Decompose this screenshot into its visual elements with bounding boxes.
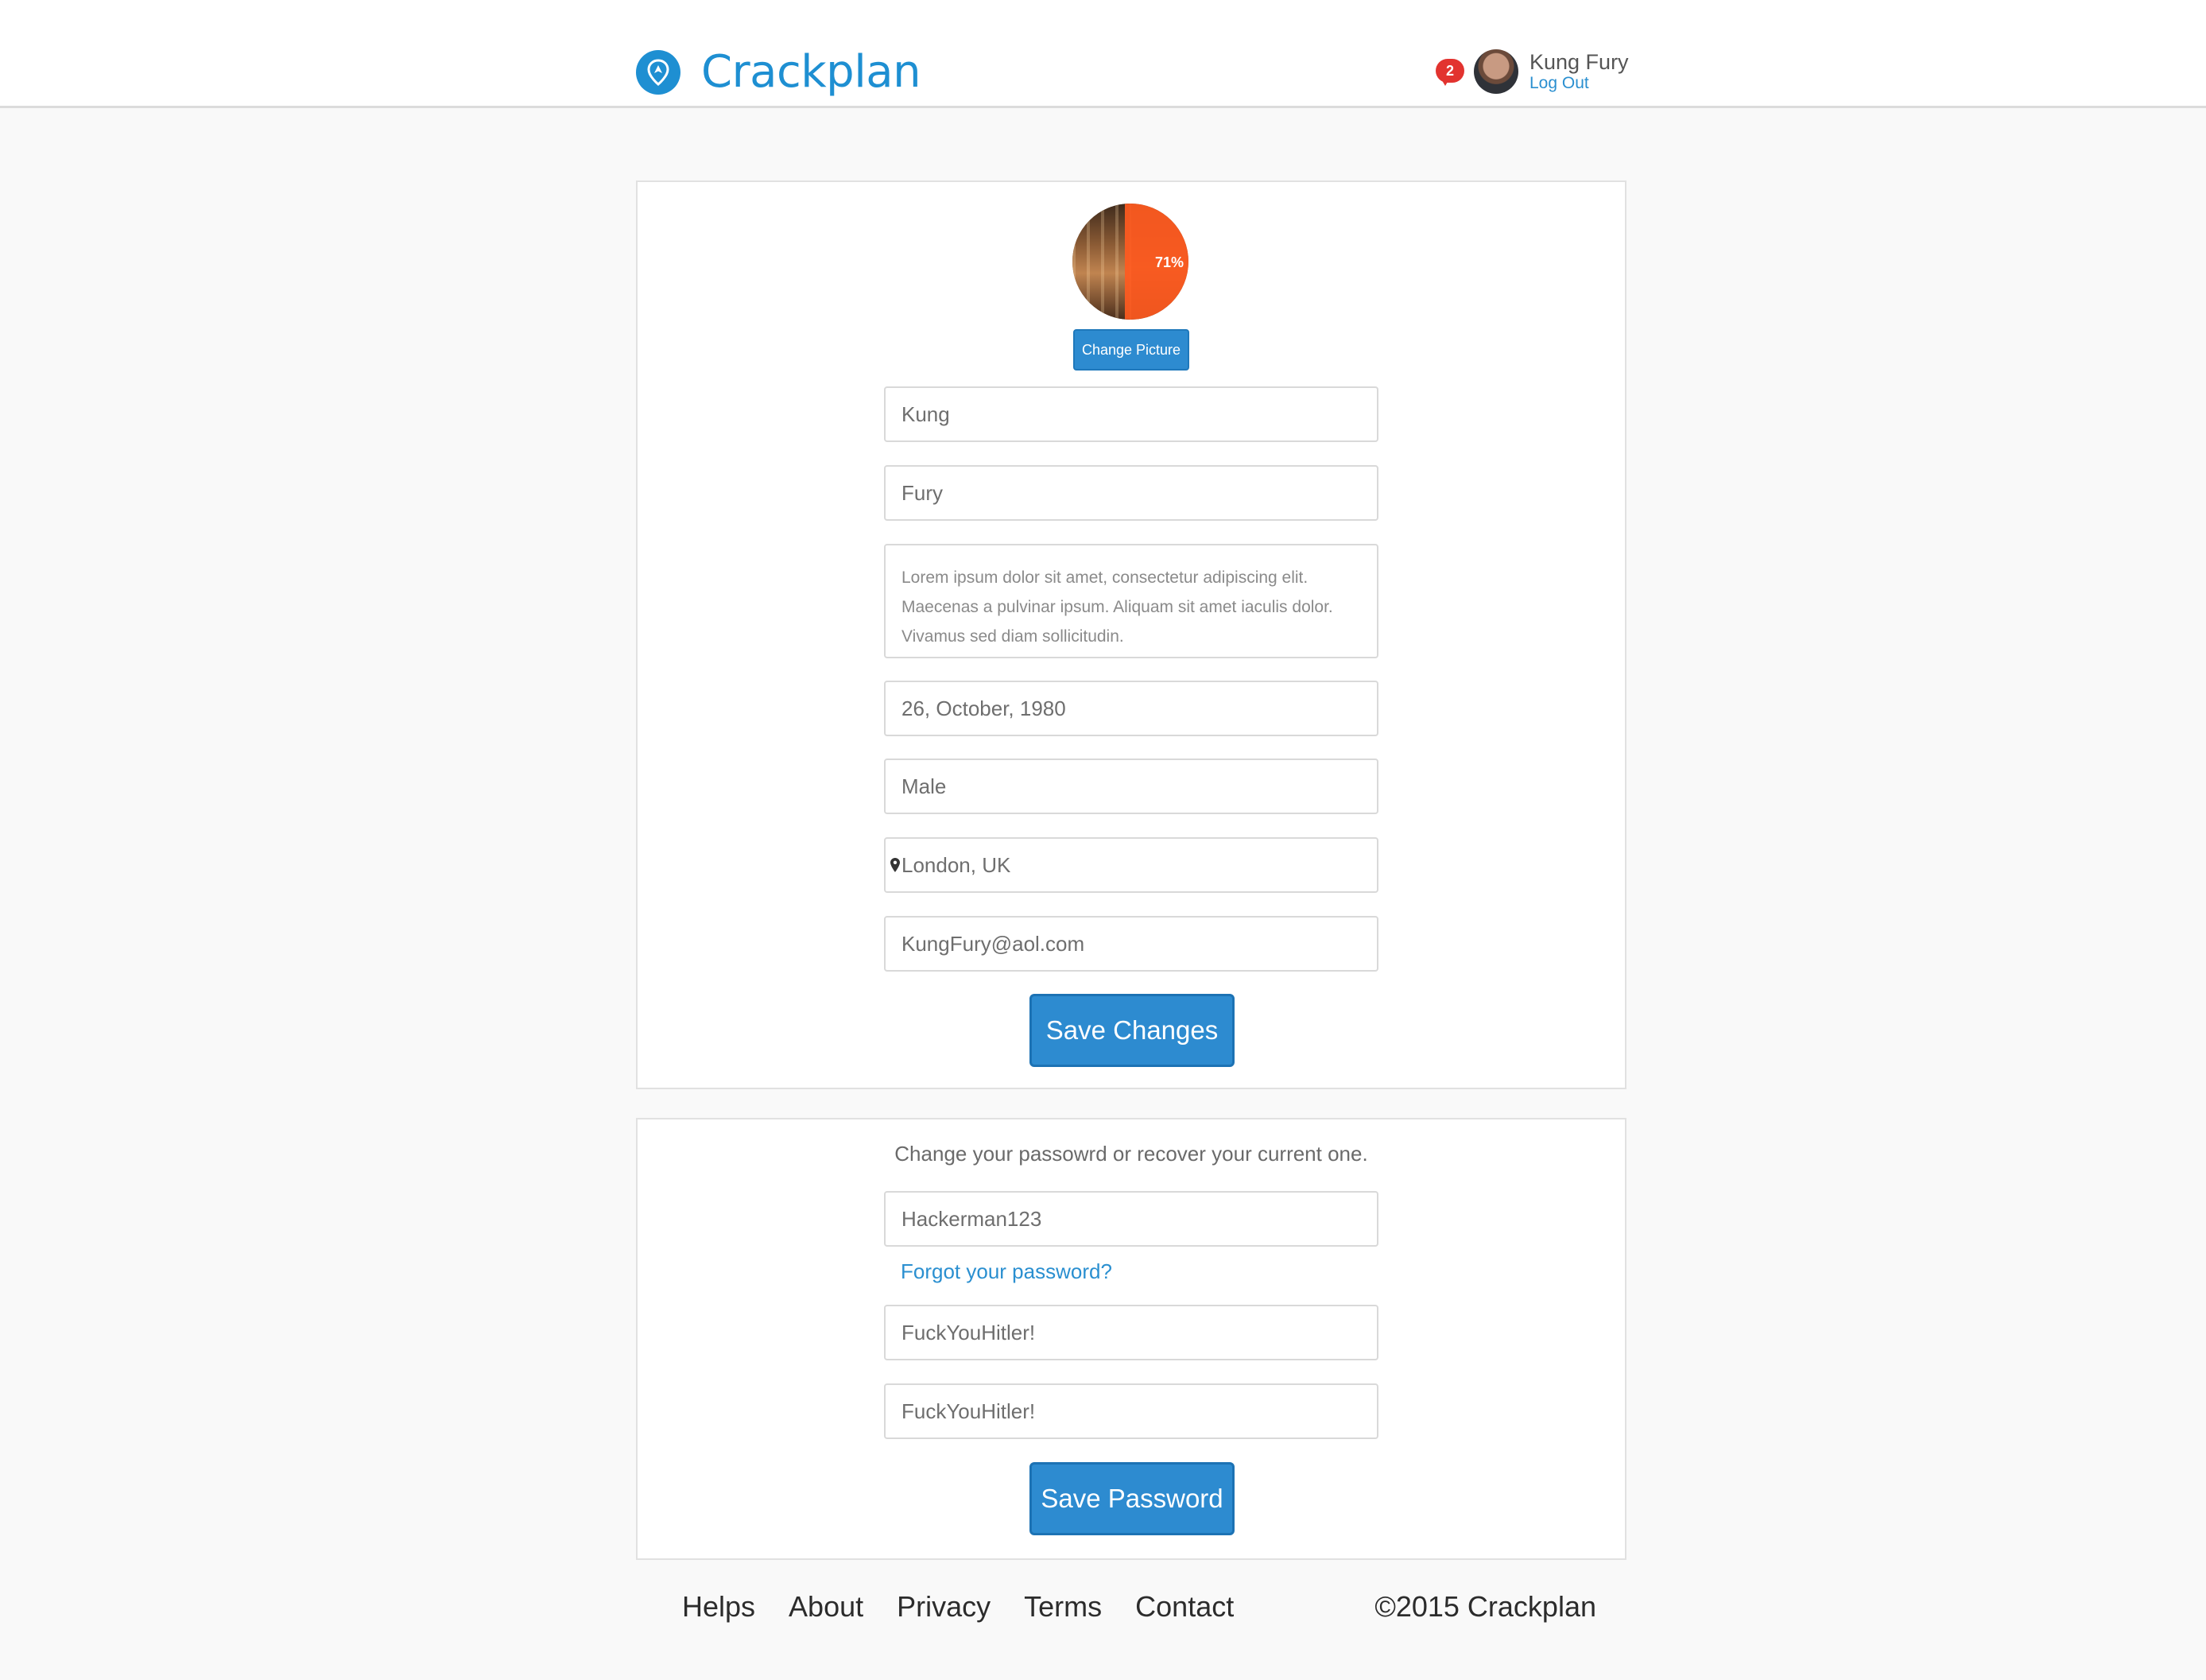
change-picture-button[interactable]: Change Picture <box>1073 329 1189 371</box>
footer: Helps About Privacy Terms Contact ©2015 … <box>682 1587 1596 1627</box>
brand-logo[interactable]: Crackplan <box>636 46 921 98</box>
footer-link-helps[interactable]: Helps <box>682 1590 755 1624</box>
save-changes-button[interactable]: Save Changes <box>1029 994 1235 1067</box>
footer-link-about[interactable]: About <box>789 1590 863 1624</box>
password-note: Change your passowrd or recover your cur… <box>894 1142 1368 1166</box>
profile-photo <box>1072 204 1131 320</box>
location-pin-icon <box>636 49 680 95</box>
current-password-input[interactable]: Hackerman123 <box>884 1191 1378 1247</box>
footer-link-terms[interactable]: Terms <box>1024 1590 1102 1624</box>
user-name: Kung Fury <box>1529 50 1629 74</box>
last-name-input[interactable]: Fury <box>884 465 1378 521</box>
notification-badge[interactable]: 2 <box>1436 59 1464 86</box>
speech-bubble-icon <box>1440 78 1450 86</box>
avatar[interactable] <box>1474 49 1518 94</box>
user-menu: 2 Kung Fury Log Out <box>1436 49 1629 94</box>
forgot-password-link[interactable]: Forgot your password? <box>901 1259 1112 1284</box>
copyright: ©2015 Crackplan <box>1374 1590 1596 1623</box>
footer-link-contact[interactable]: Contact <box>1135 1590 1234 1624</box>
logout-link[interactable]: Log Out <box>1529 74 1629 93</box>
birthday-input[interactable]: 26, October, 1980 <box>884 681 1378 736</box>
save-password-button[interactable]: Save Password <box>1029 1462 1235 1535</box>
map-pin-icon <box>890 858 900 872</box>
footer-link-privacy[interactable]: Privacy <box>897 1590 991 1624</box>
top-bar: Crackplan 2 Kung Fury Log Out <box>0 0 2206 108</box>
password-card: Change your passowrd or recover your cur… <box>636 1118 1626 1560</box>
brand-name: Crackplan <box>701 46 921 98</box>
bio-textarea[interactable]: Lorem ipsum dolor sit amet, consectetur … <box>884 544 1378 658</box>
location-input[interactable]: London, UK <box>884 837 1378 893</box>
gender-select[interactable]: Male <box>884 759 1378 814</box>
confirm-password-input[interactable]: FuckYouHitler! <box>884 1383 1378 1439</box>
profile-completion-percent: 71% <box>1154 254 1184 270</box>
new-password-input[interactable]: FuckYouHitler! <box>884 1305 1378 1360</box>
first-name-input[interactable]: Kung <box>884 386 1378 442</box>
location-value: London, UK <box>901 852 1011 877</box>
email-input[interactable]: KungFury@aol.com <box>884 916 1378 972</box>
profile-card: 71% Change Picture Kung Fury Lorem ipsum… <box>636 180 1626 1089</box>
profile-picture: 71% <box>1072 204 1188 320</box>
